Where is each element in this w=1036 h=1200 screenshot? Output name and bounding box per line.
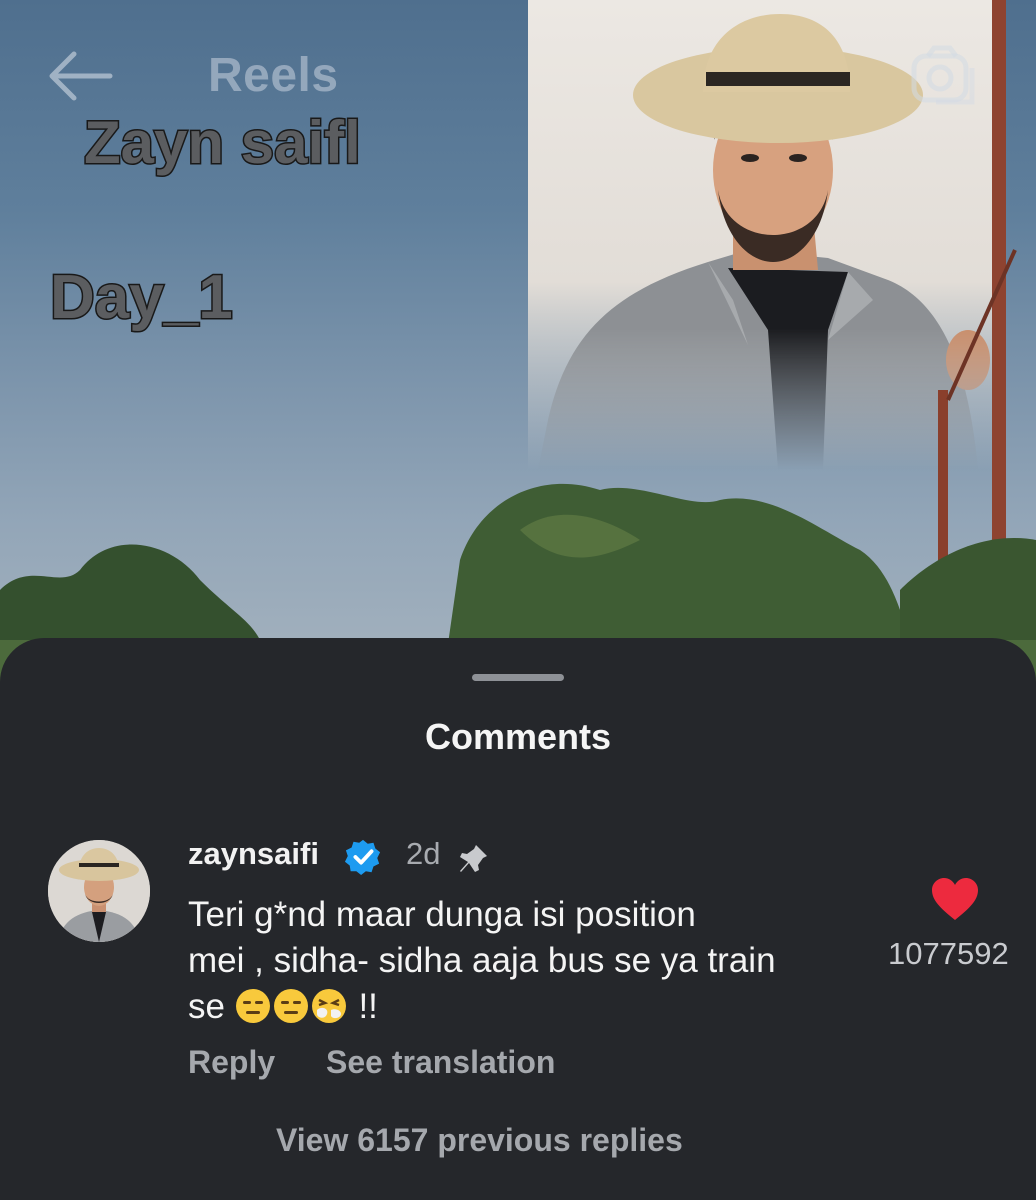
comment-line-3: se !! — [188, 984, 888, 1030]
drag-handle[interactable] — [472, 674, 564, 681]
expressionless-face-icon — [273, 989, 308, 1023]
comment-line-3-prefix: se — [188, 987, 225, 1026]
comment-text: Teri g*nd maar dunga isi position mei , … — [188, 892, 888, 1030]
comment-username[interactable]: zaynsaifi — [188, 836, 319, 872]
overlay-day-text: Day_1 — [49, 262, 235, 334]
verified-badge-icon — [344, 839, 381, 876]
page-title: Reels — [208, 49, 339, 102]
like-count: 1077592 — [888, 936, 1009, 971]
heart-filled-icon[interactable] — [930, 876, 980, 922]
sneezing-face-icon — [311, 989, 346, 1023]
reply-button[interactable]: Reply — [188, 1044, 275, 1081]
see-translation-button[interactable]: See translation — [326, 1044, 555, 1081]
reel-video[interactable]: Reels Zayn saifl Day_1 — [0, 0, 1036, 700]
overlay-name-text: Zayn saifl — [83, 108, 363, 178]
avatar[interactable] — [48, 840, 150, 942]
pin-icon — [460, 845, 487, 872]
top-bar: Reels — [0, 40, 1036, 110]
comment-time: 2d — [406, 836, 441, 871]
view-replies-button[interactable]: View 6157 previous replies — [276, 1122, 683, 1159]
camera-icon[interactable] — [906, 44, 978, 108]
expressionless-face-icon — [235, 989, 270, 1023]
comment-line-2: mei , sidha- sidha aaja bus se ya train — [188, 941, 776, 980]
comment-line-1: Teri g*nd maar dunga isi position — [188, 895, 696, 934]
comment-line-3-suffix: !! — [358, 987, 378, 1026]
avatar-image — [48, 840, 150, 942]
arrow-left-icon[interactable] — [44, 50, 116, 102]
comments-sheet: Comments zaynsaifi 2d Teri g*nd maar dun… — [0, 638, 1036, 1200]
sheet-title: Comments — [424, 716, 612, 757]
